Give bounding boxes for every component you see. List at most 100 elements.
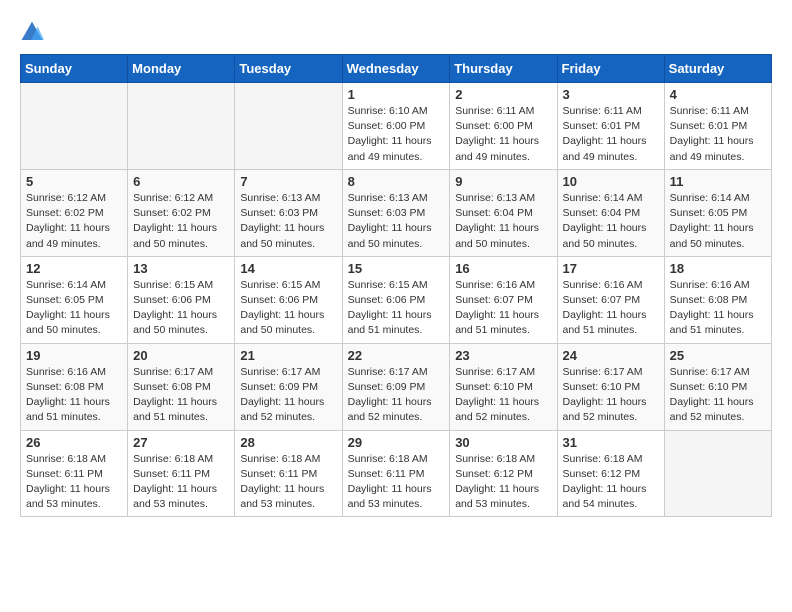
week-row-4: 19 Sunrise: 6:16 AMSunset: 6:08 PMDayligh… bbox=[21, 343, 772, 430]
day-number: 14 bbox=[240, 261, 336, 276]
logo bbox=[20, 20, 48, 44]
weekday-header-sunday: Sunday bbox=[21, 55, 128, 83]
day-info: Sunrise: 6:16 AMSunset: 6:07 PMDaylight:… bbox=[455, 278, 551, 339]
calendar-cell: 16 Sunrise: 6:16 AMSunset: 6:07 PMDayligh… bbox=[450, 256, 557, 343]
day-number: 1 bbox=[348, 87, 445, 102]
day-info: Sunrise: 6:18 AMSunset: 6:11 PMDaylight:… bbox=[26, 452, 122, 513]
day-number: 22 bbox=[348, 348, 445, 363]
day-number: 3 bbox=[563, 87, 659, 102]
day-info: Sunrise: 6:13 AMSunset: 6:03 PMDaylight:… bbox=[348, 191, 445, 252]
calendar-cell: 4Sunrise: 6:11 AMSunset: 6:01 PMDaylight… bbox=[664, 83, 771, 170]
day-info: Sunrise: 6:17 AMSunset: 6:09 PMDaylight:… bbox=[348, 365, 445, 426]
calendar-cell bbox=[21, 83, 128, 170]
calendar-cell: 3 Sunrise: 6:11 AMSunset: 6:01 PMDaylight… bbox=[557, 83, 664, 170]
day-info: Sunrise: 6:11 AMSunset: 6:00 PMDaylight:… bbox=[455, 104, 551, 165]
day-number: 30 bbox=[455, 435, 551, 450]
day-number: 8 bbox=[348, 174, 445, 189]
day-info: Sunrise: 6:16 AMSunset: 6:08 PMDaylight:… bbox=[26, 365, 122, 426]
day-number: 24 bbox=[563, 348, 659, 363]
day-number: 28 bbox=[240, 435, 336, 450]
week-row-2: 5 Sunrise: 6:12 AMSunset: 6:02 PMDaylight… bbox=[21, 169, 772, 256]
day-number: 16 bbox=[455, 261, 551, 276]
day-info: Sunrise: 6:13 AMSunset: 6:04 PMDaylight:… bbox=[455, 191, 551, 252]
day-info: Sunrise: 6:17 AMSunset: 6:10 PMDaylight:… bbox=[455, 365, 551, 426]
calendar-cell: 14 Sunrise: 6:15 AMSunset: 6:06 PMDayligh… bbox=[235, 256, 342, 343]
day-number: 15 bbox=[348, 261, 445, 276]
calendar-cell: 6 Sunrise: 6:12 AMSunset: 6:02 PMDaylight… bbox=[128, 169, 235, 256]
calendar-cell: 27 Sunrise: 6:18 AMSunset: 6:11 PMDayligh… bbox=[128, 430, 235, 517]
calendar-cell: 19 Sunrise: 6:16 AMSunset: 6:08 PMDayligh… bbox=[21, 343, 128, 430]
day-info: Sunrise: 6:15 AMSunset: 6:06 PMDaylight:… bbox=[133, 278, 229, 339]
calendar-cell: 12Sunrise: 6:14 AMSunset: 6:05 PMDayligh… bbox=[21, 256, 128, 343]
weekday-header-friday: Friday bbox=[557, 55, 664, 83]
calendar-cell: 15 Sunrise: 6:15 AMSunset: 6:06 PMDayligh… bbox=[342, 256, 450, 343]
weekday-header-row: SundayMondayTuesdayWednesdayThursdayFrid… bbox=[21, 55, 772, 83]
day-number: 11 bbox=[670, 174, 766, 189]
day-number: 7 bbox=[240, 174, 336, 189]
day-info: Sunrise: 6:14 AMSunset: 6:05 PMDaylight:… bbox=[670, 191, 766, 252]
calendar-cell: 24 Sunrise: 6:17 AMSunset: 6:10 PMDayligh… bbox=[557, 343, 664, 430]
day-info: Sunrise: 6:18 AMSunset: 6:12 PMDaylight:… bbox=[563, 452, 659, 513]
day-info: Sunrise: 6:18 AMSunset: 6:12 PMDaylight:… bbox=[455, 452, 551, 513]
week-row-1: 1 Sunrise: 6:10 AMSunset: 6:00 PMDaylight… bbox=[21, 83, 772, 170]
weekday-header-monday: Monday bbox=[128, 55, 235, 83]
day-number: 10 bbox=[563, 174, 659, 189]
calendar-cell: 10 Sunrise: 6:14 AMSunset: 6:04 PMDayligh… bbox=[557, 169, 664, 256]
day-number: 29 bbox=[348, 435, 445, 450]
day-number: 2 bbox=[455, 87, 551, 102]
weekday-header-thursday: Thursday bbox=[450, 55, 557, 83]
calendar-cell: 30 Sunrise: 6:18 AMSunset: 6:12 PMDayligh… bbox=[450, 430, 557, 517]
calendar-cell: 18 Sunrise: 6:16 AMSunset: 6:08 PMDayligh… bbox=[664, 256, 771, 343]
day-number: 23 bbox=[455, 348, 551, 363]
day-number: 9 bbox=[455, 174, 551, 189]
day-number: 18 bbox=[670, 261, 766, 276]
day-info: Sunrise: 6:18 AMSunset: 6:11 PMDaylight:… bbox=[240, 452, 336, 513]
calendar-cell: 5 Sunrise: 6:12 AMSunset: 6:02 PMDaylight… bbox=[21, 169, 128, 256]
calendar-cell: 31Sunrise: 6:18 AMSunset: 6:12 PMDayligh… bbox=[557, 430, 664, 517]
day-info: Sunrise: 6:17 AMSunset: 6:09 PMDaylight:… bbox=[240, 365, 336, 426]
week-row-5: 26 Sunrise: 6:18 AMSunset: 6:11 PMDayligh… bbox=[21, 430, 772, 517]
logo-icon bbox=[20, 20, 44, 44]
calendar-cell: 28 Sunrise: 6:18 AMSunset: 6:11 PMDayligh… bbox=[235, 430, 342, 517]
day-number: 25 bbox=[670, 348, 766, 363]
page-header bbox=[20, 20, 772, 44]
calendar-cell: 25 Sunrise: 6:17 AMSunset: 6:10 PMDayligh… bbox=[664, 343, 771, 430]
day-info: Sunrise: 6:15 AMSunset: 6:06 PMDaylight:… bbox=[240, 278, 336, 339]
week-row-3: 12Sunrise: 6:14 AMSunset: 6:05 PMDayligh… bbox=[21, 256, 772, 343]
day-info: Sunrise: 6:17 AMSunset: 6:10 PMDaylight:… bbox=[670, 365, 766, 426]
day-number: 27 bbox=[133, 435, 229, 450]
day-info: Sunrise: 6:18 AMSunset: 6:11 PMDaylight:… bbox=[133, 452, 229, 513]
day-number: 5 bbox=[26, 174, 122, 189]
day-info: Sunrise: 6:12 AMSunset: 6:02 PMDaylight:… bbox=[133, 191, 229, 252]
calendar-cell: 13 Sunrise: 6:15 AMSunset: 6:06 PMDayligh… bbox=[128, 256, 235, 343]
day-number: 21 bbox=[240, 348, 336, 363]
calendar-cell: 29Sunrise: 6:18 AMSunset: 6:11 PMDayligh… bbox=[342, 430, 450, 517]
calendar-cell: 8 Sunrise: 6:13 AMSunset: 6:03 PMDaylight… bbox=[342, 169, 450, 256]
day-number: 4 bbox=[670, 87, 766, 102]
calendar-cell: 21 Sunrise: 6:17 AMSunset: 6:09 PMDayligh… bbox=[235, 343, 342, 430]
calendar-cell: 23 Sunrise: 6:17 AMSunset: 6:10 PMDayligh… bbox=[450, 343, 557, 430]
day-info: Sunrise: 6:12 AMSunset: 6:02 PMDaylight:… bbox=[26, 191, 122, 252]
day-number: 19 bbox=[26, 348, 122, 363]
weekday-header-wednesday: Wednesday bbox=[342, 55, 450, 83]
calendar-cell: 2 Sunrise: 6:11 AMSunset: 6:00 PMDaylight… bbox=[450, 83, 557, 170]
day-info: Sunrise: 6:11 AMSunset: 6:01 PMDaylight:… bbox=[563, 104, 659, 165]
day-info: Sunrise: 6:10 AMSunset: 6:00 PMDaylight:… bbox=[348, 104, 445, 165]
day-number: 20 bbox=[133, 348, 229, 363]
calendar-cell: 22 Sunrise: 6:17 AMSunset: 6:09 PMDayligh… bbox=[342, 343, 450, 430]
calendar-cell: 17Sunrise: 6:16 AMSunset: 6:07 PMDayligh… bbox=[557, 256, 664, 343]
day-number: 17 bbox=[563, 261, 659, 276]
calendar-cell: 20 Sunrise: 6:17 AMSunset: 6:08 PMDayligh… bbox=[128, 343, 235, 430]
calendar-cell bbox=[128, 83, 235, 170]
day-number: 13 bbox=[133, 261, 229, 276]
day-info: Sunrise: 6:17 AMSunset: 6:08 PMDaylight:… bbox=[133, 365, 229, 426]
day-info: Sunrise: 6:16 AMSunset: 6:08 PMDaylight:… bbox=[670, 278, 766, 339]
day-info: Sunrise: 6:14 AMSunset: 6:04 PMDaylight:… bbox=[563, 191, 659, 252]
day-info: Sunrise: 6:13 AMSunset: 6:03 PMDaylight:… bbox=[240, 191, 336, 252]
day-info: Sunrise: 6:17 AMSunset: 6:10 PMDaylight:… bbox=[563, 365, 659, 426]
day-number: 26 bbox=[26, 435, 122, 450]
calendar-cell: 1 Sunrise: 6:10 AMSunset: 6:00 PMDaylight… bbox=[342, 83, 450, 170]
day-info: Sunrise: 6:15 AMSunset: 6:06 PMDaylight:… bbox=[348, 278, 445, 339]
calendar-cell: 26 Sunrise: 6:18 AMSunset: 6:11 PMDayligh… bbox=[21, 430, 128, 517]
day-number: 6 bbox=[133, 174, 229, 189]
